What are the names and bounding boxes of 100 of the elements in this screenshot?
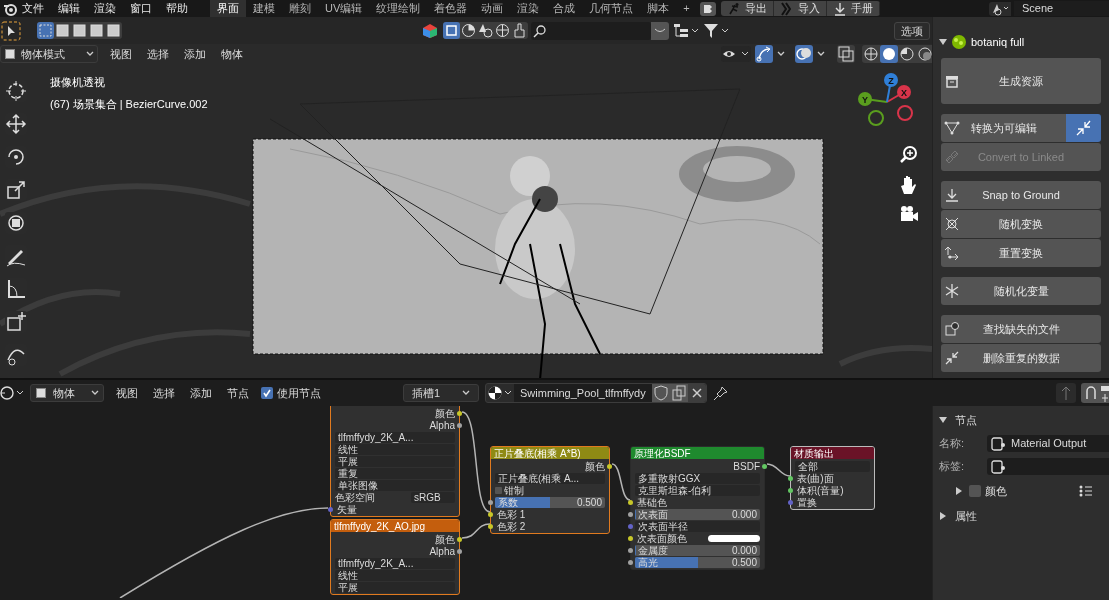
- workspace-tab[interactable]: 动画: [474, 0, 511, 17]
- brush-icon[interactable]: [511, 22, 528, 39]
- node-socket[interactable]: [457, 548, 462, 554]
- node-socket[interactable]: [488, 511, 493, 517]
- menu-item[interactable]: 物体: [221, 45, 243, 63]
- node-dropdown[interactable]: 次表面半径: [635, 520, 760, 532]
- object-dropdown[interactable]: 物体: [30, 384, 104, 402]
- menu-item[interactable]: 选择: [153, 384, 175, 402]
- node-dropdown[interactable]: 多重散射GGX: [635, 472, 760, 484]
- options-button[interactable]: 选项: [894, 21, 930, 40]
- wireframe-shading-icon[interactable]: [862, 45, 880, 63]
- color-swatch[interactable]: [708, 534, 760, 542]
- node-socket[interactable]: [457, 422, 462, 428]
- menu-item[interactable]: 渲染: [94, 0, 116, 17]
- panel-button[interactable]: 随机变换: [941, 210, 1101, 238]
- solid-shading-icon[interactable]: [880, 45, 898, 63]
- editor-type-icon[interactable]: [0, 385, 26, 401]
- visibility-icon[interactable]: [721, 46, 751, 62]
- filter-icon[interactable]: [702, 21, 730, 40]
- node-slider[interactable]: 高光 0.500: [635, 556, 760, 568]
- menu-item[interactable]: 节点: [227, 384, 249, 402]
- menu-item[interactable]: 窗口: [130, 0, 152, 17]
- menu-item[interactable]: 选择: [147, 45, 169, 63]
- node-checkbox[interactable]: [495, 486, 502, 494]
- app-logo-icon[interactable]: [699, 1, 716, 16]
- panel-button[interactable]: Snap to Ground: [941, 181, 1101, 209]
- select-tool-icon[interactable]: [1, 20, 21, 41]
- overlay-toggle-icon[interactable]: [795, 45, 813, 63]
- panel-button[interactable]: 生成资源: [941, 58, 1101, 104]
- globe-icon[interactable]: [494, 22, 511, 39]
- xray-icon[interactable]: [837, 45, 855, 63]
- node-slider[interactable]: 金属度 0.000: [635, 544, 760, 556]
- node-socket[interactable]: [607, 463, 612, 469]
- navigation-gizmo[interactable]: X Y Z: [849, 72, 919, 136]
- object-icon[interactable]: [443, 22, 460, 39]
- node-socket[interactable]: [788, 475, 793, 481]
- drops-icon[interactable]: [477, 22, 494, 39]
- node-dropdown[interactable]: 线性: [335, 443, 455, 455]
- panel-button[interactable]: 转换为可编辑: [941, 114, 1066, 142]
- section-header[interactable]: 属性: [939, 507, 1103, 525]
- workspace-tab[interactable]: 几何节点: [582, 0, 641, 17]
- selection-mode-icon[interactable]: [88, 22, 105, 39]
- text-field[interactable]: [987, 458, 1109, 475]
- outliner-filter-icon[interactable]: [672, 21, 700, 40]
- node-socket[interactable]: [628, 511, 633, 517]
- menu-item[interactable]: 视图: [110, 45, 132, 63]
- panel-button[interactable]: 查找缺失的文件: [941, 315, 1101, 343]
- menu-item[interactable]: 编辑: [58, 0, 80, 17]
- slot-dropdown[interactable]: 插槽1: [403, 384, 479, 402]
- node-dropdown[interactable]: 单张图像: [335, 479, 455, 491]
- gizmo-toggle-icon[interactable]: [755, 45, 773, 63]
- workspace-tab[interactable]: 界面: [210, 0, 246, 17]
- scene-field[interactable]: Scene: [1014, 1, 1109, 16]
- disclosure-triangle-icon[interactable]: [955, 487, 963, 495]
- node-socket[interactable]: [457, 410, 462, 416]
- workspace-tab[interactable]: +: [676, 0, 697, 17]
- snap-icon[interactable]: [1081, 383, 1101, 403]
- panel-button[interactable]: 随机化变量: [941, 277, 1101, 305]
- blender-logo-icon[interactable]: [3, 1, 17, 16]
- add-node-icon[interactable]: [1101, 383, 1109, 403]
- menu-item[interactable]: 视图: [116, 384, 138, 402]
- menu-item[interactable]: 添加: [190, 384, 212, 402]
- pie-icon[interactable]: [460, 22, 477, 39]
- selection-mode-icon[interactable]: [71, 22, 88, 39]
- workspace-tab[interactable]: 雕刻: [282, 0, 318, 17]
- node-socket[interactable]: [628, 559, 633, 565]
- workspace-tab[interactable]: 纹理绘制: [369, 0, 428, 17]
- header-button[interactable]: 导入: [773, 1, 827, 16]
- color-cube-icon[interactable]: [422, 22, 438, 39]
- image-selector[interactable]: tlfmffydy_2K_A...: [335, 557, 455, 569]
- header-button[interactable]: 手册: [826, 1, 880, 16]
- mode-dropdown[interactable]: 物体模式: [0, 45, 98, 63]
- node-dropdown[interactable]: 线性: [335, 569, 455, 581]
- node-socket[interactable]: [628, 547, 633, 553]
- node-socket[interactable]: [788, 499, 793, 505]
- panel-button[interactable]: 重置变换: [941, 239, 1101, 267]
- color-checkbox[interactable]: 颜色: [969, 482, 1007, 500]
- use-nodes-checkbox[interactable]: 使用节点: [261, 384, 321, 402]
- collapse-icon[interactable]: [651, 21, 669, 40]
- node-socket[interactable]: [488, 499, 493, 505]
- node-dropdown[interactable]: 重复: [335, 467, 455, 479]
- menu-item[interactable]: 文件: [22, 0, 44, 17]
- list-icon[interactable]: [1079, 484, 1093, 498]
- shader-node[interactable]: 颜色 Alpha tlfmffydy_2K_A... 线性 平展 重复 单张图像 色彩空间 sRGB 矢量: [330, 406, 460, 517]
- panel-button[interactable]: 删除重复的数据: [941, 344, 1101, 372]
- node-socket[interactable]: [762, 463, 767, 469]
- node-dropdown[interactable]: 平展: [335, 455, 455, 467]
- node-dropdown[interactable]: 全部: [795, 460, 870, 472]
- node-dropdown[interactable]: 平展: [335, 581, 455, 593]
- workspace-tab[interactable]: 建模: [246, 0, 282, 17]
- workspace-tab[interactable]: 合成: [546, 0, 583, 17]
- disclosure-triangle-icon[interactable]: [939, 38, 947, 46]
- image-selector[interactable]: tlfmffydy_2K_A...: [335, 431, 455, 443]
- node-socket[interactable]: [457, 536, 462, 542]
- node-slider[interactable]: 次表面 0.000: [635, 508, 760, 520]
- node-socket[interactable]: [788, 487, 793, 493]
- header-button[interactable]: 导出: [720, 1, 774, 16]
- shader-node[interactable]: 材质输出 全部 表(曲)面 体积(音量) 置换: [790, 446, 875, 510]
- workspace-tab[interactable]: 渲染: [510, 0, 547, 17]
- pin-icon[interactable]: [712, 385, 729, 401]
